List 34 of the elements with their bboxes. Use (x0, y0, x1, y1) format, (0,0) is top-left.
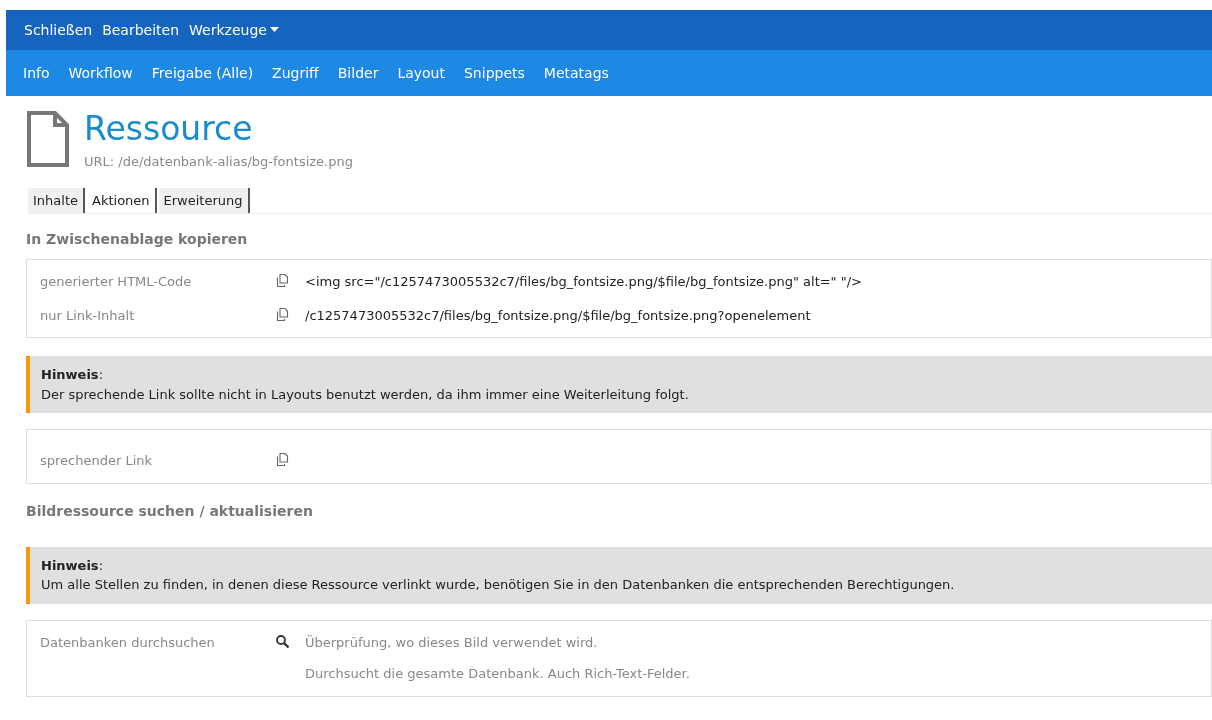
field-label: Datenbanken durchsuchen (40, 633, 216, 652)
note-text: Der sprechende Link sollte nicht in Layouts benutzt werden, da ihm immer eine Weiterleitung folgt. (41, 385, 690, 404)
nav-item[interactable]: Layout (397, 62, 445, 84)
document-icon (26, 110, 70, 168)
field-value: /c1257473005532c7/files/bg_fontsize.png/$file/bg_fontsize.png?openelement (305, 306, 811, 325)
nav-item[interactable]: Workflow (68, 62, 133, 84)
page-title: Ressource (84, 110, 254, 148)
note-label: Hinweis: (41, 556, 104, 575)
field-value: Überprüfung, wo dieses Bild verwendet wird. (305, 633, 599, 652)
field-label: generierter HTML-Code (40, 273, 193, 291)
field-label: sprechender Link (40, 452, 154, 470)
menu-item[interactable]: Bearbeiten (102, 19, 180, 41)
search-icon[interactable] (275, 633, 290, 649)
url-text: URL: /de/datenbank-alias/bg-fontsize.png (84, 153, 353, 171)
nav-item[interactable]: Metatags (543, 62, 609, 84)
nav-item[interactable]: Bilder (337, 62, 379, 84)
tab[interactable]: Erweiterung (158, 187, 250, 213)
nav-item[interactable]: Snippets (464, 62, 525, 84)
nav-item[interactable]: Freigabe (Alle) (151, 62, 254, 84)
tab[interactable]: Inhalte (28, 187, 85, 213)
copy-icon[interactable] (275, 306, 290, 322)
section-heading: Bildressource suchen / aktualisieren (26, 501, 314, 521)
nav-item[interactable]: Info (23, 62, 50, 84)
note-text: Um alle Stellen zu finden, in denen diese Ressource verlinkt wurde, benötigen Sie in den Datenbanken die entsprechenden Berechtigungen. (41, 576, 956, 594)
menu-item[interactable]: Werkzeuge (189, 19, 279, 41)
note-label: Hinweis: (41, 366, 104, 384)
section-heading: In Zwischenablage kopieren (26, 230, 249, 249)
field-value: Durchsucht die gesamte Datenbank. Auch Rich-Text-Felder. (305, 665, 690, 683)
copy-icon[interactable] (275, 273, 290, 288)
nav-item[interactable]: Zugriff (272, 62, 319, 84)
field-value: <img src="/c1257473005532c7/files/bg_fontsize.png/$file/bg_fontsize.png" alt=" "/> (305, 273, 862, 291)
copy-icon[interactable] (275, 452, 290, 467)
menu-item[interactable]: Schließen (24, 19, 93, 41)
field-label: nur Link-Inhalt (40, 306, 136, 325)
